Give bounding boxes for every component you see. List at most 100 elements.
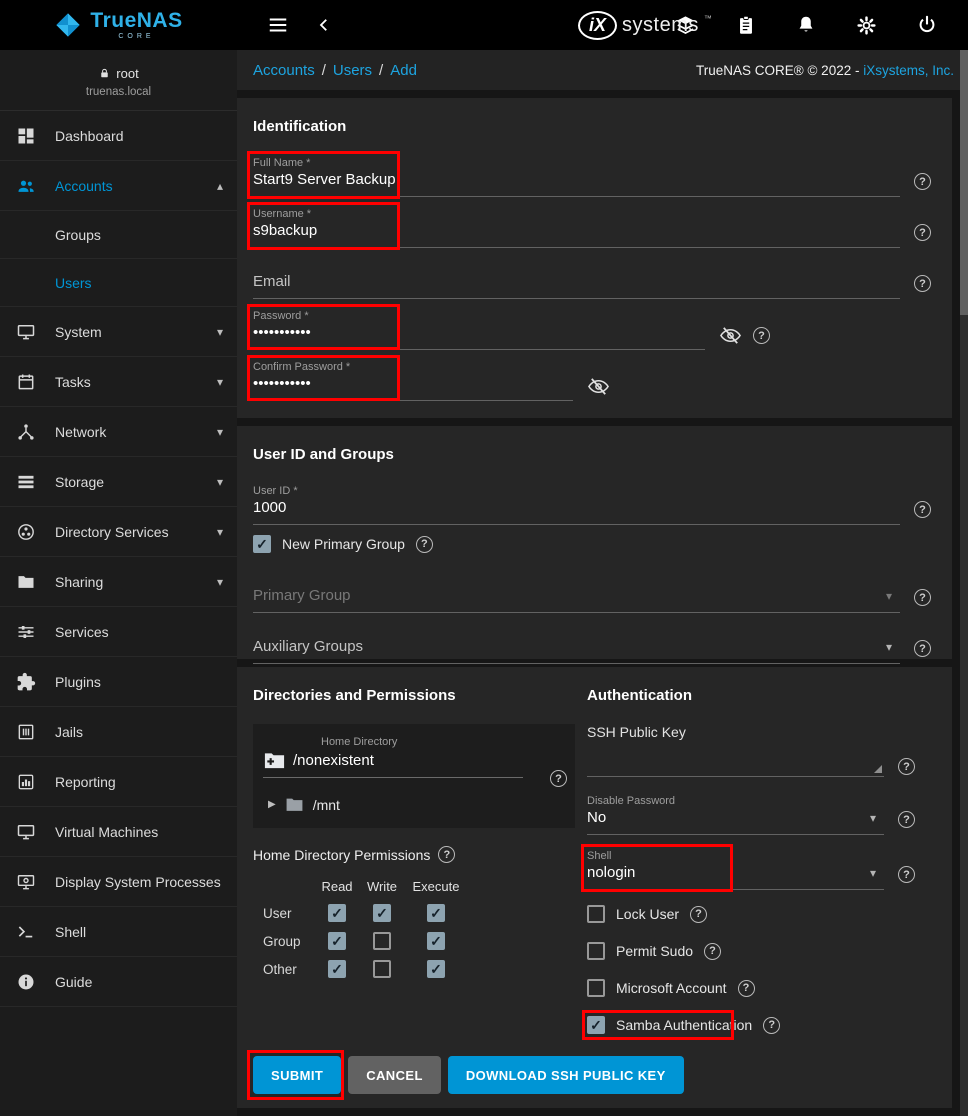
power-button[interactable] [910, 8, 944, 42]
brand-name: TrueNAS [90, 10, 182, 31]
expand-caret-icon: ▾ [217, 575, 223, 589]
sidebar-item-network[interactable]: Network ▾ [0, 407, 237, 457]
auxiliary-groups-select[interactable]: Auxiliary Groups ▾ [253, 622, 936, 664]
microsoft-account-row: Microsoft Account [587, 977, 920, 999]
microsoft-account-checkbox[interactable] [587, 979, 605, 997]
help-icon[interactable] [550, 770, 567, 787]
sidebar-item-guide[interactable]: Guide [0, 957, 237, 1007]
new-primary-group-checkbox[interactable] [253, 535, 271, 553]
user-read-checkbox[interactable] [328, 904, 346, 922]
email-field[interactable]: Email [253, 257, 936, 299]
primary-group-select[interactable]: Primary Group ▾ [253, 571, 936, 613]
help-icon[interactable] [763, 1017, 780, 1034]
network-hub-icon [16, 422, 38, 442]
group-execute-checkbox[interactable] [427, 932, 445, 950]
tree-expand-icon[interactable]: ▶ [268, 799, 276, 810]
topbar: TrueNAS CORE iX systems ™ [0, 0, 968, 50]
help-icon[interactable] [914, 589, 931, 606]
sidebar: root truenas.local Dashboard Accounts ▴ … [0, 50, 237, 1116]
cancel-button[interactable]: CANCEL [348, 1056, 441, 1094]
tree-node-mnt[interactable]: ▶ /mnt [263, 795, 565, 814]
textarea-resize-handle[interactable] [874, 765, 882, 773]
expand-caret-icon: ▾ [217, 375, 223, 389]
submit-button[interactable]: SUBMIT [253, 1056, 341, 1094]
home-directory-panel: Home Directory /nonexistent ▶ /mnt [253, 724, 575, 828]
sidebar-item-sharing[interactable]: Sharing ▾ [0, 557, 237, 607]
help-icon[interactable] [690, 906, 707, 923]
help-icon[interactable] [914, 224, 931, 241]
help-icon[interactable] [898, 758, 915, 775]
other-read-checkbox[interactable] [328, 960, 346, 978]
sidebar-item-system[interactable]: System ▾ [0, 307, 237, 357]
breadcrumb-accounts[interactable]: Accounts [253, 62, 315, 79]
sidebar-item-groups[interactable]: Groups [0, 211, 237, 259]
ssh-public-key-field[interactable]: SSH Public Key [587, 724, 920, 777]
toggle-password-visibility-icon[interactable] [719, 324, 742, 347]
help-icon[interactable] [738, 980, 755, 997]
user-write-checkbox[interactable] [373, 904, 391, 922]
user-id-field[interactable]: User ID * 1000 [253, 483, 936, 525]
help-icon[interactable] [898, 811, 915, 828]
help-icon[interactable] [898, 866, 915, 883]
sidebar-item-jails[interactable]: Jails [0, 707, 237, 757]
help-icon[interactable] [753, 327, 770, 344]
back-button[interactable] [309, 10, 339, 40]
sidebar-item-display-system-processes[interactable]: Display System Processes [0, 857, 237, 907]
toggle-password-visibility-icon[interactable] [587, 375, 610, 398]
password-field[interactable]: Password * ••••••••••• [253, 308, 936, 350]
shell-select[interactable]: Shell nologin ▾ [587, 848, 920, 890]
sidebar-item-services[interactable]: Services [0, 607, 237, 657]
jobs-button[interactable] [729, 8, 763, 42]
user-execute-checkbox[interactable] [427, 904, 445, 922]
help-icon[interactable] [914, 275, 931, 292]
group-write-checkbox[interactable] [373, 932, 391, 950]
sidebar-item-accounts[interactable]: Accounts ▴ [0, 161, 237, 211]
form-actions: SUBMIT CANCEL DOWNLOAD SSH PUBLIC KEY [253, 1056, 684, 1094]
sidebar-item-users[interactable]: Users [0, 259, 237, 307]
help-icon[interactable] [704, 943, 721, 960]
other-execute-checkbox[interactable] [427, 960, 445, 978]
sidebar-item-tasks[interactable]: Tasks ▾ [0, 357, 237, 407]
sidebar-item-virtual-machines[interactable]: Virtual Machines [0, 807, 237, 857]
sidebar-item-directory-services[interactable]: Directory Services ▾ [0, 507, 237, 557]
sidebar-user-info: root truenas.local [0, 50, 237, 111]
group-read-checkbox[interactable] [328, 932, 346, 950]
ixsystems-link[interactable]: iXsystems, Inc. [863, 63, 954, 78]
sidebar-item-plugins[interactable]: Plugins [0, 657, 237, 707]
sidebar-item-storage[interactable]: Storage ▾ [0, 457, 237, 507]
home-directory-field[interactable]: /nonexistent [263, 749, 523, 778]
scrollbar[interactable] [960, 50, 968, 1116]
username-field[interactable]: Username * s9backup [253, 206, 936, 248]
main-content: Accounts / Users / Add TrueNAS CORE® © 2… [237, 50, 968, 1108]
section-title-identification: Identification [253, 118, 936, 135]
disable-password-select[interactable]: Disable Password No ▾ [587, 793, 920, 835]
help-icon[interactable] [914, 501, 931, 518]
breadcrumb-users[interactable]: Users [333, 62, 372, 79]
add-folder-icon[interactable] [263, 749, 286, 772]
download-ssh-key-button[interactable]: DOWNLOAD SSH PUBLIC KEY [448, 1056, 684, 1094]
expand-caret-icon: ▾ [217, 475, 223, 489]
permit-sudo-checkbox[interactable] [587, 942, 605, 960]
expand-caret-icon: ▾ [217, 425, 223, 439]
sidebar-item-dashboard[interactable]: Dashboard [0, 111, 237, 161]
sidebar-item-reporting[interactable]: Reporting [0, 757, 237, 807]
sidebar-item-shell[interactable]: Shell [0, 907, 237, 957]
samba-authentication-checkbox[interactable] [587, 1016, 605, 1034]
lock-user-checkbox[interactable] [587, 905, 605, 923]
breadcrumb-add[interactable]: Add [390, 62, 417, 79]
menu-toggle-button[interactable] [261, 8, 295, 42]
tune-icon [16, 622, 38, 642]
scrollbar-thumb[interactable] [960, 50, 968, 315]
brand-edition: CORE [90, 33, 182, 40]
help-icon[interactable] [914, 173, 931, 190]
confirm-password-field[interactable]: Confirm Password * ••••••••••• [253, 359, 936, 401]
other-write-checkbox[interactable] [373, 960, 391, 978]
storage-icon [16, 472, 38, 492]
full-name-field[interactable]: Full Name * Start9 Server Backup [253, 155, 936, 197]
settings-button[interactable] [849, 8, 884, 43]
alerts-button[interactable] [789, 8, 823, 42]
help-icon[interactable] [914, 640, 931, 657]
help-icon[interactable] [416, 536, 433, 553]
help-icon[interactable] [438, 846, 455, 863]
lock-icon [98, 67, 111, 80]
